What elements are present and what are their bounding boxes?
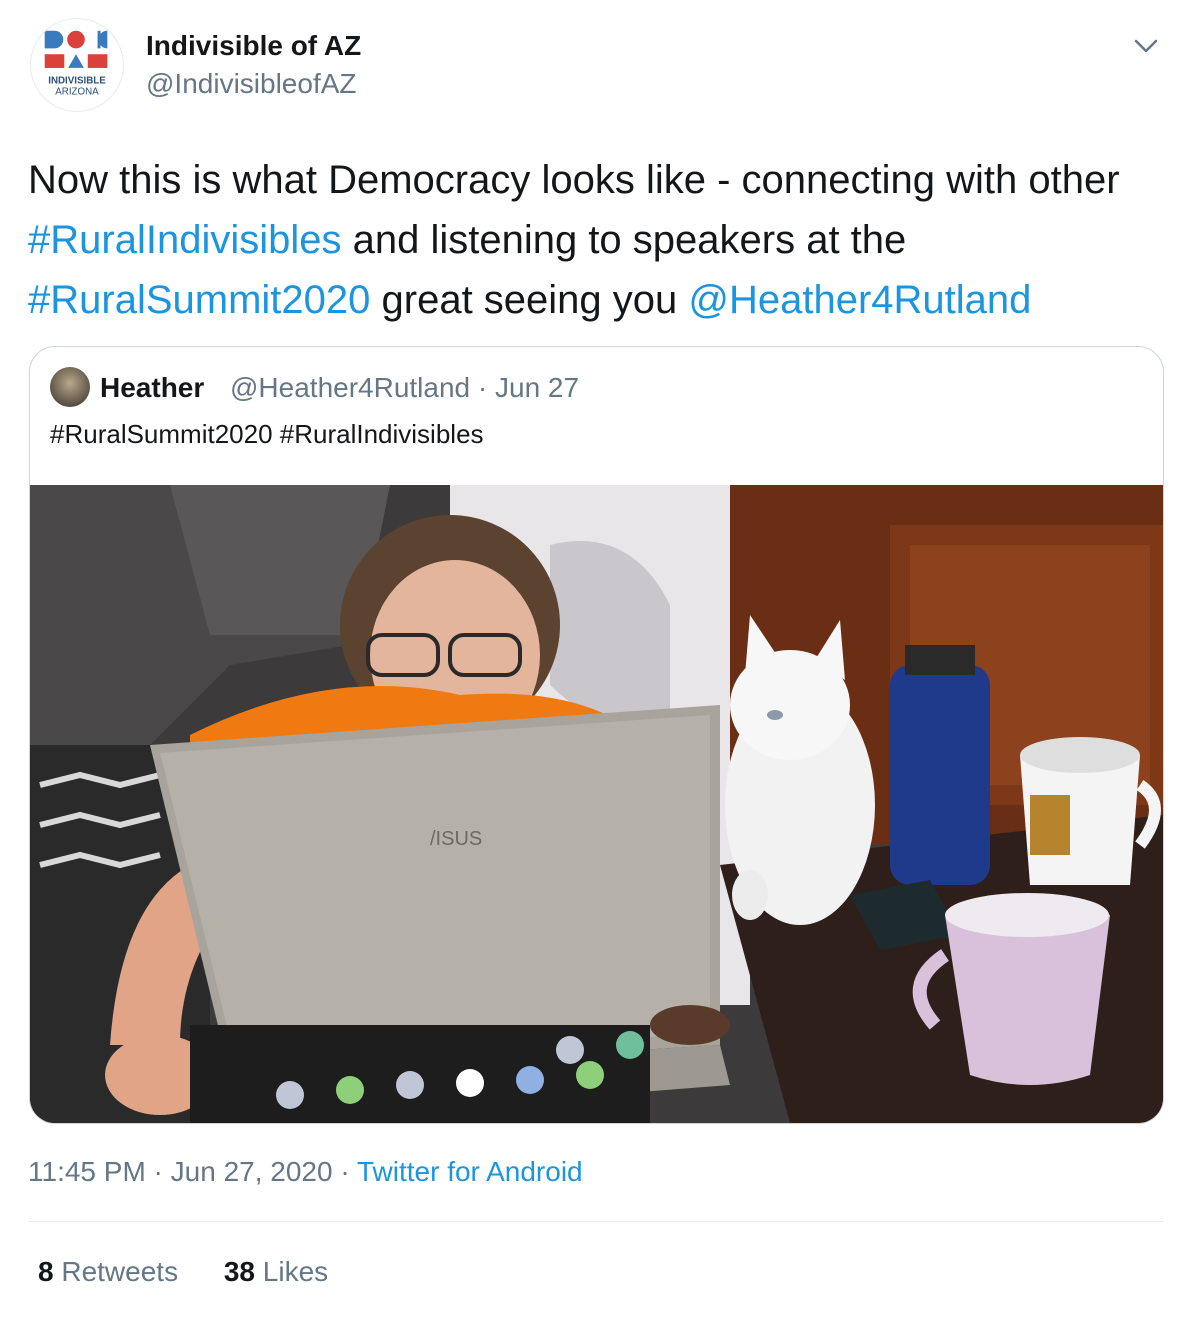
tweet-text-segment: and listening to speakers at the — [341, 218, 907, 262]
quoted-author-name: Heather — [100, 372, 205, 403]
timestamp[interactable]: 11:45 PM · Jun 27, 2020 · — [28, 1156, 357, 1187]
retweets-stat[interactable]: 8 Retweets — [38, 1256, 178, 1288]
author-name[interactable]: Indivisible of AZ — [146, 30, 361, 62]
quoted-handle-date: @Heather4Rutland · Jun 27 — [230, 372, 580, 403]
quoted-tweet[interactable]: Heather @Heather4Rutland · Jun 27 #Rural… — [29, 346, 1164, 1124]
logo-line-1: INDIVISIBLE — [48, 76, 106, 87]
quoted-text: #RuralSummit2020 #RuralIndivisibles — [50, 419, 484, 449]
tweet-link[interactable]: #RuralSummit2020 — [28, 278, 370, 322]
tweet-text: Now this is what Democracy looks like - … — [28, 150, 1168, 330]
retweets-label: Retweets — [53, 1256, 179, 1287]
tweet-card: INDIVISIBLE ARIZONA Indivisible of AZ @I… — [0, 0, 1194, 1320]
tweet-text-segment: great seeing you — [370, 278, 689, 322]
chevron-down-icon[interactable] — [1130, 30, 1162, 62]
laptop-brand-mark: /ISUS — [430, 828, 482, 850]
quoted-author-avatar[interactable] — [50, 367, 90, 407]
divider — [28, 1221, 1164, 1222]
engagement-stats: 8 Retweets 38 Likes — [38, 1256, 366, 1288]
likes-count: 38 — [223, 1256, 256, 1287]
photo-woman-laptop-cat-icon: /ISUS — [30, 485, 1163, 1123]
tweet-meta: 11:45 PM · Jun 27, 2020 · Twitter for An… — [28, 1156, 583, 1188]
author-handle[interactable]: @IndivisibleofAZ — [146, 68, 357, 100]
retweets-count: 8 — [38, 1256, 54, 1287]
source-link[interactable]: Twitter for Android — [357, 1156, 583, 1187]
tweet-text-segment: Now this is what Democracy looks like - … — [28, 158, 1120, 202]
tweet-link[interactable]: @Heather4Rutland — [688, 278, 1031, 322]
logo-line-2: ARIZONA — [55, 86, 99, 97]
likes-label: Likes — [255, 1256, 329, 1287]
indivisible-arizona-logo-icon: INDIVISIBLE ARIZONA — [44, 30, 108, 97]
author-avatar[interactable]: INDIVISIBLE ARIZONA — [30, 18, 124, 112]
likes-stat[interactable]: 38 Likes — [224, 1256, 328, 1288]
tweet-link[interactable]: #RuralIndivisibles — [28, 218, 341, 262]
quoted-photo[interactable]: /ISUS — [30, 485, 1163, 1123]
